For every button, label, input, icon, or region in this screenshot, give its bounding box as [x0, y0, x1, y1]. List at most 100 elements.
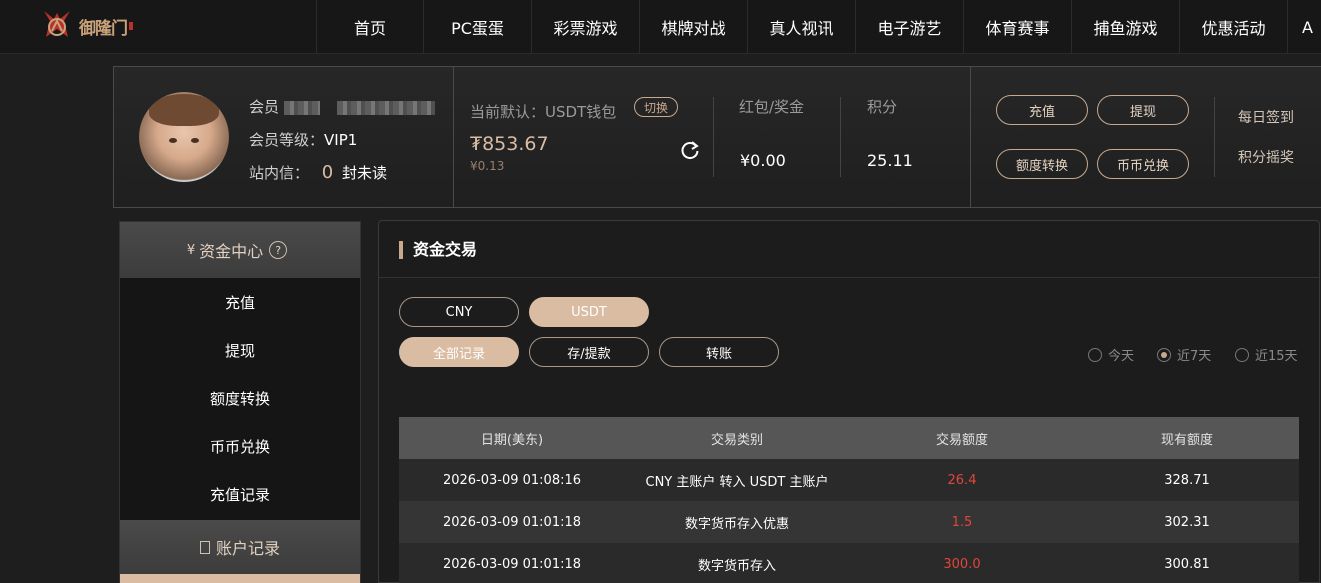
- table-row: 2026-03-09 01:01:18 数字货币存入 300.0 300.81: [399, 543, 1299, 583]
- divider: [1214, 97, 1215, 177]
- panel-title: 资金交易: [399, 241, 477, 259]
- tab-deposit-withdraw[interactable]: 存/提款: [529, 337, 649, 367]
- range-7days[interactable]: 近7天: [1157, 345, 1211, 364]
- fund-center-label: 资金中心: [199, 242, 264, 261]
- divider: [379, 277, 1319, 278]
- redpacket-value: ¥0.00: [740, 151, 786, 170]
- exchange-button[interactable]: 币币兑换: [1097, 149, 1189, 179]
- column-header-type: 交易类别: [625, 417, 849, 459]
- range-15days-label: 近15天: [1255, 349, 1298, 364]
- cell-amount: 26.4: [849, 459, 1075, 501]
- sidebar: ¥ 资金中心 ? 充值 提现 额度转换 币币兑换 充值记录 账户记录: [119, 221, 361, 583]
- deposit-button[interactable]: 充值: [996, 95, 1088, 125]
- cell-date: 2026-03-09 01:01:18: [399, 543, 625, 583]
- nav-item-home[interactable]: 首页: [316, 0, 423, 54]
- help-icon[interactable]: ?: [269, 241, 288, 259]
- points-lottery-link[interactable]: 积分摇奖: [1238, 147, 1294, 167]
- nav-item-lottery[interactable]: 彩票游戏: [531, 0, 639, 54]
- withdraw-button[interactable]: 提现: [1097, 95, 1189, 125]
- nav-item-more[interactable]: A: [1287, 0, 1321, 54]
- column-header-date: 日期(美东): [399, 417, 625, 459]
- nav-item-live-casino[interactable]: 真人视讯: [747, 0, 855, 54]
- document-icon: [199, 540, 210, 554]
- member-level-label: 会员等级：: [249, 131, 325, 149]
- tab-all-records[interactable]: 全部记录: [399, 337, 519, 367]
- cell-balance: 302.31: [1075, 501, 1299, 543]
- radio-icon: [1235, 347, 1249, 362]
- inbox-count: 0: [321, 162, 334, 183]
- range-today[interactable]: 今天: [1088, 345, 1134, 364]
- table-row: 2026-03-09 01:01:18 数字货币存入优惠 1.5 302.31: [399, 501, 1299, 543]
- member-level-value: VIP1: [324, 131, 358, 149]
- fund-transactions-panel: 资金交易 CNY USDT 全部记录 存/提款 转账 今天 近7天 近15天 日…: [378, 220, 1320, 583]
- sidebar-item-deposit[interactable]: 充值: [120, 278, 360, 326]
- masked-username: [283, 100, 320, 115]
- inbox-suffix: 封未读: [342, 164, 388, 182]
- nav-item-fishing[interactable]: 捕鱼游戏: [1071, 0, 1179, 54]
- transactions-table: 日期(美东) 交易类别 交易额度 现有额度 2026-03-09 01:08:1…: [399, 417, 1299, 583]
- cell-date: 2026-03-09 01:08:16: [399, 459, 625, 501]
- nav-item-promotions[interactable]: 优惠活动: [1179, 0, 1287, 54]
- coin-icon: ¥: [186, 242, 196, 258]
- top-navigation: 御隆门 首页 PC蛋蛋 彩票游戏 棋牌对战 真人视讯 电子游艺 体育赛事 捕鱼游…: [0, 0, 1321, 54]
- wallet-balance: ₮853.67: [470, 133, 549, 155]
- masked-account: [336, 100, 435, 115]
- wallet-balance-cny: ¥0.13: [470, 159, 505, 173]
- points-label: 积分: [867, 98, 898, 116]
- tab-usdt[interactable]: USDT: [529, 297, 649, 327]
- site-logo[interactable]: 御隆门: [38, 6, 138, 46]
- table-header-row: 日期(美东) 交易类别 交易额度 现有额度: [399, 417, 1299, 459]
- wallet-label: 当前默认：USDT钱包: [470, 103, 617, 121]
- range-today-label: 今天: [1108, 349, 1135, 364]
- inbox-label: 站内信：: [249, 164, 310, 182]
- divider: [970, 67, 971, 208]
- table-row: 2026-03-09 01:08:16 CNY 主账户 转入 USDT 主账户 …: [399, 459, 1299, 501]
- range-7days-label: 近7天: [1177, 349, 1212, 364]
- divider: [840, 97, 841, 177]
- profile-summary: 会员 会员等级：VIP1 站内信： 0 封未读 当前默认：USDT钱包 切换 ₮…: [113, 66, 1321, 208]
- nav-item-chess-cards[interactable]: 棋牌对战: [639, 0, 747, 54]
- member-level-row: 会员等级：VIP1: [249, 129, 357, 150]
- sidebar-item-withdraw[interactable]: 提现: [120, 326, 360, 374]
- logo-mark-icon: [38, 7, 76, 45]
- sidebar-item-transfer[interactable]: 额度转换: [120, 374, 360, 422]
- fund-center-header[interactable]: ¥ 资金中心 ?: [120, 222, 360, 278]
- cell-amount: 1.5: [849, 501, 1075, 543]
- nav-item-slots[interactable]: 电子游艺: [855, 0, 963, 54]
- divider: [713, 97, 714, 177]
- tab-cny[interactable]: CNY: [399, 297, 519, 327]
- account-records-label: 账户记录: [215, 539, 280, 558]
- points-value: 25.11: [867, 151, 913, 170]
- nav-menu: 首页 PC蛋蛋 彩票游戏 棋牌对战 真人视讯 电子游艺 体育赛事 捕鱼游戏 优惠…: [316, 0, 1321, 54]
- column-header-amount: 交易额度: [849, 417, 1075, 459]
- transfer-button[interactable]: 额度转换: [996, 149, 1088, 179]
- nav-item-sports[interactable]: 体育赛事: [963, 0, 1071, 54]
- refresh-icon[interactable]: [679, 139, 701, 161]
- column-header-balance: 现有额度: [1075, 417, 1299, 459]
- cell-balance: 300.81: [1075, 543, 1299, 583]
- sidebar-item-exchange[interactable]: 币币兑换: [120, 422, 360, 470]
- cell-date: 2026-03-09 01:01:18: [399, 501, 625, 543]
- redpacket-label: 红包/奖金: [739, 98, 805, 116]
- logo-seal: [129, 22, 133, 30]
- range-15days[interactable]: 近15天: [1235, 345, 1298, 364]
- switch-wallet-button[interactable]: 切换: [634, 97, 678, 117]
- logo-text: 御隆门: [79, 18, 128, 39]
- sidebar-item-deposit-records[interactable]: 充值记录: [120, 470, 360, 518]
- avatar: [139, 92, 229, 182]
- account-records-header[interactable]: 账户记录: [120, 520, 360, 574]
- daily-signin-link[interactable]: 每日签到: [1238, 107, 1294, 127]
- cell-balance: 328.71: [1075, 459, 1299, 501]
- cell-type: 数字货币存入优惠: [625, 501, 849, 543]
- cell-type: 数字货币存入: [625, 543, 849, 583]
- cell-amount: 300.0: [849, 543, 1075, 583]
- nav-item-pc-egg[interactable]: PC蛋蛋: [423, 0, 531, 54]
- sidebar-active-item[interactable]: [120, 574, 360, 583]
- member-name-row: 会员: [249, 96, 435, 117]
- inbox-row[interactable]: 站内信： 0 封未读: [249, 162, 387, 183]
- tab-transfer[interactable]: 转账: [659, 337, 779, 367]
- radio-icon: [1088, 347, 1102, 362]
- divider: [453, 67, 454, 208]
- cell-type: CNY 主账户 转入 USDT 主账户: [625, 459, 849, 501]
- member-label: 会员: [249, 98, 280, 116]
